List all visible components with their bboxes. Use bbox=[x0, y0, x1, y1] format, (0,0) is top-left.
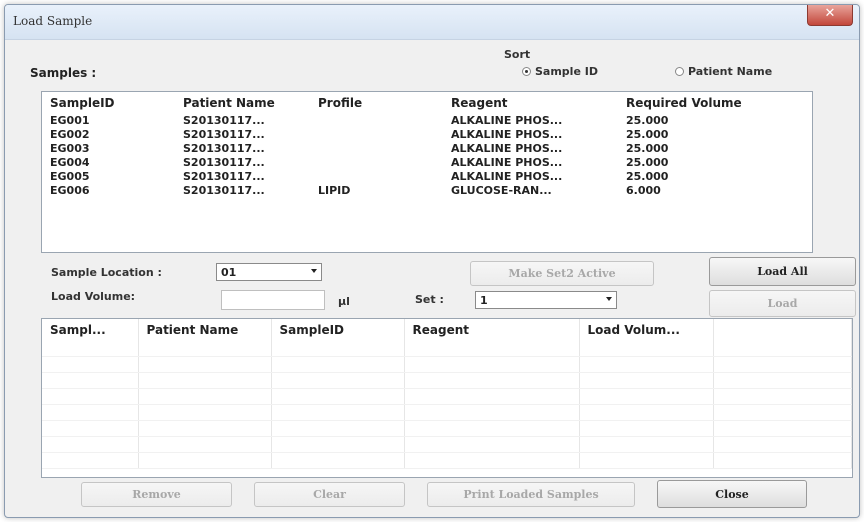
loaded-samples-grid[interactable]: Sampl... Patient Name SampleID Reagent L… bbox=[41, 318, 853, 478]
load-sample-dialog: Load Sample ✕ Samples : Sort Sample ID P… bbox=[4, 4, 860, 518]
close-icon: ✕ bbox=[824, 6, 836, 21]
samples-grid[interactable]: SampleID Patient Name Profile Reagent Re… bbox=[41, 91, 813, 253]
table-row[interactable]: EG004 S20130117... ALKALINE PHOS... 25.0… bbox=[42, 156, 812, 170]
table-row[interactable]: EG002 S20130117... ALKALINE PHOS... 25.0… bbox=[42, 128, 812, 142]
empty-row bbox=[42, 388, 852, 405]
table-row[interactable]: EG003 S20130117... ALKALINE PHOS... 25.0… bbox=[42, 142, 812, 156]
column-header-profile[interactable]: Profile bbox=[310, 92, 443, 114]
cell-reagent: ALKALINE PHOS... bbox=[451, 128, 563, 141]
remove-button[interactable]: Remove bbox=[81, 482, 232, 507]
title-bar: Load Sample ✕ bbox=[5, 5, 859, 40]
column-header-sampleid[interactable]: SampleID bbox=[42, 92, 175, 114]
column-header-sample[interactable]: Sampl... bbox=[42, 319, 139, 341]
cell-patient-name: S20130117... bbox=[183, 142, 265, 155]
sort-radio-sample-id[interactable]: Sample ID bbox=[522, 65, 598, 78]
column-header-sampleid[interactable]: SampleID bbox=[271, 319, 405, 341]
cell-profile: LIPID bbox=[318, 184, 351, 197]
column-header-patient-name[interactable]: Patient Name bbox=[138, 319, 272, 341]
cell-reagent: ALKALINE PHOS... bbox=[451, 114, 563, 127]
column-header-reagent[interactable]: Reagent bbox=[404, 319, 580, 341]
cell-sampleid: EG002 bbox=[50, 128, 90, 141]
sample-location-dropdown[interactable]: 01 bbox=[216, 263, 322, 281]
sort-label: Sort bbox=[504, 48, 531, 61]
radio-unselected-icon bbox=[675, 67, 684, 76]
window-close-button[interactable]: ✕ bbox=[807, 5, 853, 26]
chevron-down-icon bbox=[606, 297, 612, 301]
empty-row bbox=[42, 452, 852, 469]
cell-sampleid: EG003 bbox=[50, 142, 90, 155]
sort-option-label: Sample ID bbox=[535, 65, 598, 78]
set-dropdown[interactable]: 1 bbox=[475, 291, 617, 309]
column-header-patient-name[interactable]: Patient Name bbox=[175, 92, 310, 114]
print-loaded-samples-button[interactable]: Print Loaded Samples bbox=[427, 482, 635, 507]
cell-required-volume: 25.000 bbox=[626, 114, 669, 127]
empty-row bbox=[42, 372, 852, 389]
cell-reagent: ALKALINE PHOS... bbox=[451, 156, 563, 169]
samples-label: Samples : bbox=[30, 66, 97, 80]
cell-required-volume: 25.000 bbox=[626, 170, 669, 183]
cell-profile bbox=[310, 114, 443, 128]
column-header-reagent[interactable]: Reagent bbox=[443, 92, 618, 114]
empty-row bbox=[42, 356, 852, 373]
set-label: Set : bbox=[415, 293, 444, 306]
cell-sampleid: EG005 bbox=[50, 170, 90, 183]
cell-required-volume: 6.000 bbox=[626, 184, 661, 197]
cell-patient-name: S20130117... bbox=[183, 114, 265, 127]
empty-row bbox=[42, 404, 852, 421]
cell-reagent: GLUCOSE-RAN... bbox=[451, 184, 552, 197]
load-volume-unit: µl bbox=[338, 295, 350, 308]
cell-profile bbox=[310, 128, 443, 142]
cell-patient-name: S20130117... bbox=[183, 170, 265, 183]
cell-required-volume: 25.000 bbox=[626, 156, 669, 169]
sample-location-value: 01 bbox=[221, 266, 237, 279]
cell-sampleid: EG004 bbox=[50, 156, 90, 169]
make-set2-active-button[interactable]: Make Set2 Active bbox=[470, 261, 654, 286]
chevron-down-icon bbox=[311, 269, 317, 273]
empty-row bbox=[42, 341, 852, 357]
load-volume-input[interactable] bbox=[221, 290, 325, 310]
cell-reagent: ALKALINE PHOS... bbox=[451, 170, 563, 183]
sort-radio-patient-name[interactable]: Patient Name bbox=[675, 65, 772, 78]
cell-profile bbox=[310, 156, 443, 170]
empty-row bbox=[42, 436, 852, 453]
empty-row bbox=[42, 420, 852, 437]
close-button[interactable]: Close bbox=[657, 480, 807, 508]
cell-sampleid: EG006 bbox=[50, 184, 90, 197]
cell-reagent: ALKALINE PHOS... bbox=[451, 142, 563, 155]
column-header-required-volume[interactable]: Required Volume bbox=[618, 92, 812, 114]
set-value: 1 bbox=[480, 294, 488, 307]
clear-button[interactable]: Clear bbox=[254, 482, 405, 507]
load-all-button[interactable]: Load All bbox=[709, 257, 856, 286]
column-header-load-volume[interactable]: Load Volum... bbox=[579, 319, 714, 341]
load-volume-label: Load Volume: bbox=[51, 290, 136, 303]
cell-required-volume: 25.000 bbox=[626, 142, 669, 155]
window-title: Load Sample bbox=[13, 14, 93, 28]
sample-location-label: Sample Location : bbox=[51, 266, 162, 279]
cell-patient-name: S20130117... bbox=[183, 128, 265, 141]
cell-profile bbox=[310, 142, 443, 156]
table-row[interactable]: EG001 S20130117... ALKALINE PHOS... 25.0… bbox=[42, 114, 812, 128]
cell-sampleid: EG001 bbox=[50, 114, 90, 127]
cell-patient-name: S20130117... bbox=[183, 156, 265, 169]
radio-selected-icon bbox=[522, 67, 531, 76]
sort-option-label: Patient Name bbox=[688, 65, 773, 78]
cell-profile bbox=[310, 170, 443, 184]
table-row[interactable]: EG006 S20130117... LIPID GLUCOSE-RAN... … bbox=[42, 184, 812, 198]
table-row[interactable]: EG005 S20130117... ALKALINE PHOS... 25.0… bbox=[42, 170, 812, 184]
load-button[interactable]: Load bbox=[709, 290, 856, 317]
cell-required-volume: 25.000 bbox=[626, 128, 669, 141]
column-header-filler bbox=[713, 319, 852, 341]
cell-patient-name: S20130117... bbox=[183, 184, 265, 197]
